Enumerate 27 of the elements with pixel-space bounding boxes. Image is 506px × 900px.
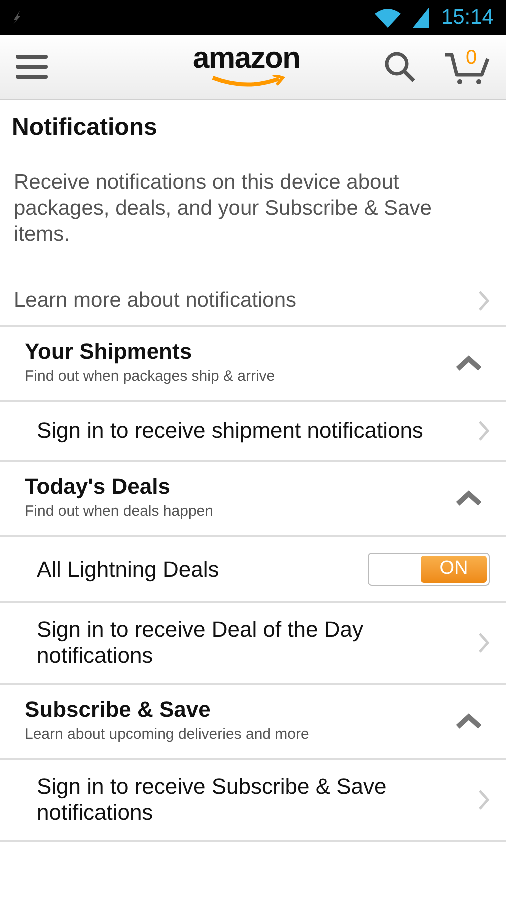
sign-in-row[interactable]: Sign in to receive shipment notifications	[0, 402, 506, 462]
chevron-right-icon	[478, 632, 490, 654]
section-subtitle: Find out when packages ship & arrive	[25, 367, 276, 388]
sign-in-row[interactable]: Sign in to receive Subscribe & Save notifications	[0, 760, 506, 842]
section-header[interactable]: Subscribe & Save Learn about upcoming deliveries and more	[0, 685, 506, 760]
clock-time: 15:14	[441, 4, 494, 31]
section-title: Subscribe & Save	[25, 696, 212, 724]
section-title: Today's Deals	[25, 473, 172, 502]
section-header[interactable]: Your Shipments Find out when packages ship & arrive	[0, 327, 506, 402]
signal-icon	[413, 8, 430, 28]
chevron-right-icon	[478, 420, 490, 442]
description-text: Receive notifications on this device about packages, deals, and your Subscribe & Save items.	[13, 170, 433, 248]
section-title: Your Shipments	[25, 338, 194, 366]
learn-more-row[interactable]: Learn more about notifications	[0, 276, 506, 327]
chevron-right-icon	[478, 290, 490, 312]
section-subtitle: Find out when deals happen	[25, 502, 214, 522]
page-title: Notifications	[11, 113, 158, 143]
wifi-icon	[375, 8, 402, 28]
menu-icon[interactable]	[16, 54, 48, 80]
setting-label: All Lightning Deals	[37, 556, 220, 584]
search-icon[interactable]	[384, 51, 416, 83]
amazon-logo[interactable]: amazon	[193, 43, 300, 89]
sign-in-row[interactable]: Sign in to receive Deal of the Day notifications	[0, 603, 506, 685]
lightning-icon	[12, 10, 22, 24]
section-header[interactable]: Today's Deals Find out when deals happen	[0, 462, 506, 537]
chevron-right-icon	[478, 789, 490, 811]
section-subtitle: Learn about upcoming deliveries and more	[25, 725, 310, 746]
